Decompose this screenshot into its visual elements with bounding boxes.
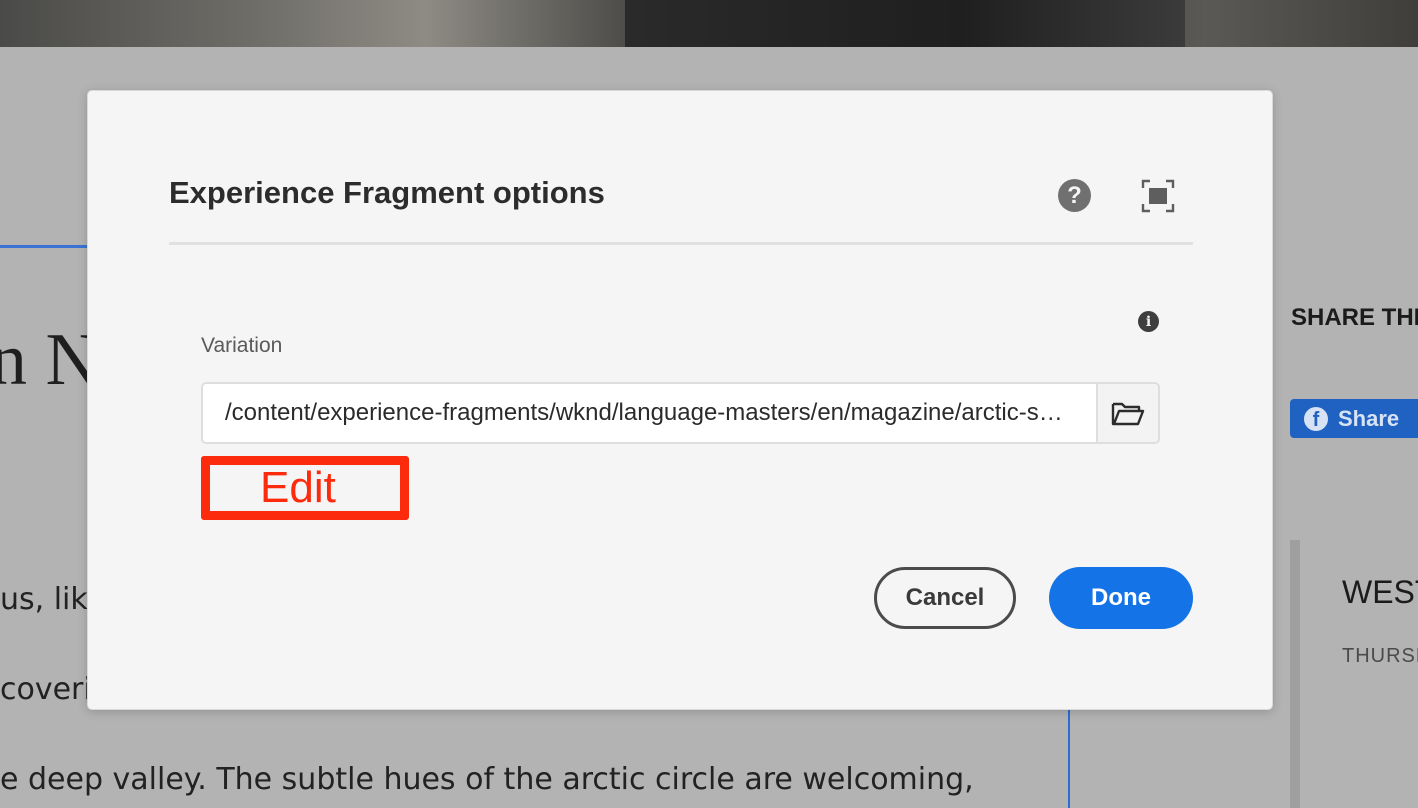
variation-path-input[interactable] (201, 382, 1097, 444)
page-heading: n N (0, 319, 99, 401)
help-icon[interactable]: ? (1058, 179, 1091, 212)
page-text-line: e deep valley. The subtle hues of the ar… (0, 762, 974, 797)
edit-button[interactable]: Edit (201, 456, 409, 520)
side-card-title: WEST (1342, 574, 1418, 610)
side-card-border (1290, 540, 1300, 808)
done-button[interactable]: Done (1049, 567, 1193, 629)
facebook-icon: f (1304, 406, 1328, 431)
dialog-title: Experience Fragment options (169, 175, 605, 210)
fullscreen-icon[interactable] (1141, 179, 1175, 213)
side-card-date: THURSD (1342, 645, 1418, 667)
dialog-header-divider (169, 242, 1193, 245)
experience-fragment-dialog: Experience Fragment options ? i Variatio… (87, 90, 1273, 710)
cancel-button[interactable]: Cancel (874, 567, 1016, 629)
browse-path-button[interactable] (1096, 382, 1160, 444)
facebook-share-button[interactable]: f Share (1290, 399, 1418, 438)
variation-label: Variation (201, 334, 283, 357)
info-icon[interactable]: i (1138, 311, 1159, 332)
facebook-share-label: Share (1338, 405, 1400, 431)
hero-image-dark-region (625, 0, 1185, 47)
folder-icon (1111, 402, 1145, 426)
page-accent-line (0, 245, 90, 248)
page-border-line (1068, 708, 1070, 808)
share-title: SHARE THI (1291, 304, 1418, 331)
